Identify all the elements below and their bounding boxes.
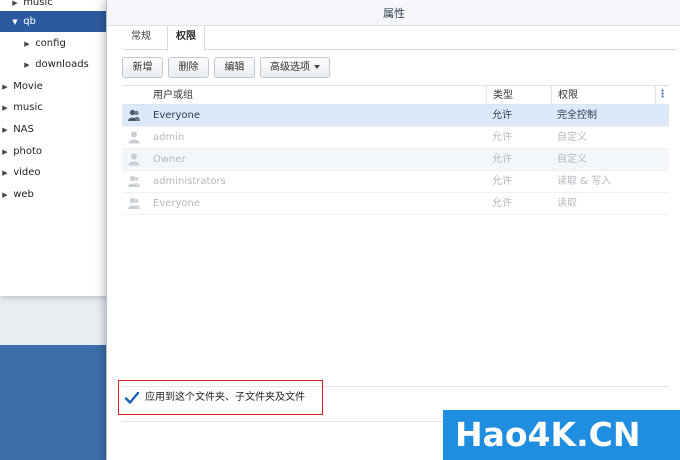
tree-item-video[interactable]: ▶ video bbox=[0, 162, 111, 184]
column-header-permission[interactable]: 权限 bbox=[551, 86, 655, 105]
group-icon bbox=[128, 175, 140, 187]
table-row[interactable]: Everyone 允许 读取 bbox=[122, 193, 669, 215]
edit-button[interactable]: 编辑 bbox=[214, 57, 255, 78]
apply-recursive-label[interactable]: 应用到这个文件夹、子文件夹及文件 bbox=[145, 391, 305, 405]
tree-item-photo[interactable]: ▶ photo bbox=[0, 141, 111, 163]
expand-arrow-icon[interactable]: ▶ bbox=[0, 185, 10, 206]
expand-arrow-icon[interactable]: ▶ bbox=[0, 163, 10, 184]
tree-item-label: qb bbox=[23, 16, 36, 27]
folder-tree: ▶ music ▼ qb ▶ config ▶ downloads ▶ Movi… bbox=[0, 0, 112, 296]
row-type: 允许 bbox=[492, 132, 512, 143]
row-name: Everyone bbox=[153, 198, 201, 209]
expand-arrow-icon[interactable]: ▶ bbox=[22, 55, 32, 76]
desktop-background bbox=[0, 345, 110, 460]
tree-item-label: NAS bbox=[13, 124, 34, 135]
group-icon bbox=[128, 197, 140, 209]
expand-arrow-icon[interactable]: ▶ bbox=[0, 77, 10, 98]
row-name: Everyone bbox=[153, 110, 201, 121]
row-permission: 读取 & 写入 bbox=[557, 176, 612, 187]
row-name: administrators bbox=[153, 176, 226, 187]
column-header-type[interactable]: 类型 bbox=[486, 86, 551, 105]
row-type: 允许 bbox=[492, 110, 512, 121]
tree-item-nas[interactable]: ▶ NAS bbox=[0, 119, 111, 141]
row-name: admin bbox=[153, 132, 185, 143]
row-type: 允许 bbox=[492, 154, 512, 165]
tree-item-music[interactable]: ▶ music bbox=[0, 97, 111, 119]
apply-recursive-checkbox[interactable] bbox=[124, 390, 140, 406]
tree-item-config[interactable]: ▶ config bbox=[0, 33, 111, 55]
expand-arrow-icon[interactable]: ▶ bbox=[0, 120, 10, 141]
expand-arrow-icon[interactable]: ▶ bbox=[0, 142, 10, 163]
user-icon bbox=[128, 131, 140, 144]
tree-item-downloads[interactable]: ▶ downloads bbox=[0, 54, 111, 76]
tree-item-label: photo bbox=[13, 146, 43, 157]
watermark-logo: Hao4K.CN bbox=[443, 410, 680, 460]
row-type: 允许 bbox=[492, 198, 512, 209]
expand-arrow-icon[interactable]: ▶ bbox=[22, 34, 32, 55]
tree-item-movie[interactable]: ▶ Movie bbox=[0, 76, 111, 98]
group-icon bbox=[128, 109, 140, 121]
collapse-arrow-icon[interactable]: ▼ bbox=[10, 12, 20, 33]
delete-button[interactable]: 删除 bbox=[168, 57, 209, 78]
row-permission: 完全控制 bbox=[557, 110, 597, 121]
user-icon bbox=[128, 153, 140, 166]
create-button[interactable]: 新增 bbox=[122, 57, 163, 78]
tree-item-label: Movie bbox=[13, 81, 43, 92]
table-row[interactable]: admin 允许 自定义 bbox=[122, 127, 669, 149]
checkmark-icon bbox=[124, 391, 140, 404]
row-type: 允许 bbox=[492, 176, 512, 187]
expand-arrow-icon[interactable]: ▶ bbox=[0, 98, 10, 119]
chevron-down-icon bbox=[314, 65, 320, 69]
tab-bar: 常规 权限 bbox=[123, 26, 676, 51]
tree-item-label: downloads bbox=[35, 59, 89, 70]
table-row[interactable]: Owner 允许 自定义 bbox=[122, 149, 669, 171]
tree-item-label: video bbox=[13, 167, 41, 178]
table-row[interactable]: administrators 允许 读取 & 写入 bbox=[122, 171, 669, 193]
permissions-table: 用户或组 类型 权限 ⋮ Everyone 允许 完全控制 admin 允许 自… bbox=[122, 85, 669, 215]
tab-general[interactable]: 常规 bbox=[123, 26, 159, 50]
tree-item-label: web bbox=[13, 189, 34, 200]
row-permission: 自定义 bbox=[557, 132, 587, 143]
row-permission: 自定义 bbox=[557, 154, 587, 165]
desktop-area bbox=[0, 295, 110, 345]
tree-item-qb[interactable]: ▼ qb bbox=[0, 11, 111, 33]
tab-permissions[interactable]: 权限 bbox=[167, 26, 205, 51]
tree-item-label: music bbox=[23, 0, 53, 8]
tree-item-web[interactable]: ▶ web bbox=[0, 184, 111, 206]
tree-item-label: config bbox=[35, 38, 66, 49]
column-header-user-or-group[interactable]: 用户或组 bbox=[122, 86, 486, 105]
advanced-options-label: 高级选项 bbox=[270, 62, 310, 73]
advanced-options-dropdown[interactable]: 高级选项 bbox=[260, 57, 330, 78]
table-row[interactable]: Everyone 允许 完全控制 bbox=[122, 105, 669, 127]
row-permission: 读取 bbox=[557, 198, 577, 209]
dialog-title: 属性 bbox=[107, 0, 680, 26]
table-header: 用户或组 类型 权限 ⋮ bbox=[122, 85, 669, 105]
tree-item-label: music bbox=[13, 102, 43, 113]
row-name: Owner bbox=[153, 154, 186, 165]
column-menu-icon[interactable]: ⋮ bbox=[655, 86, 669, 105]
